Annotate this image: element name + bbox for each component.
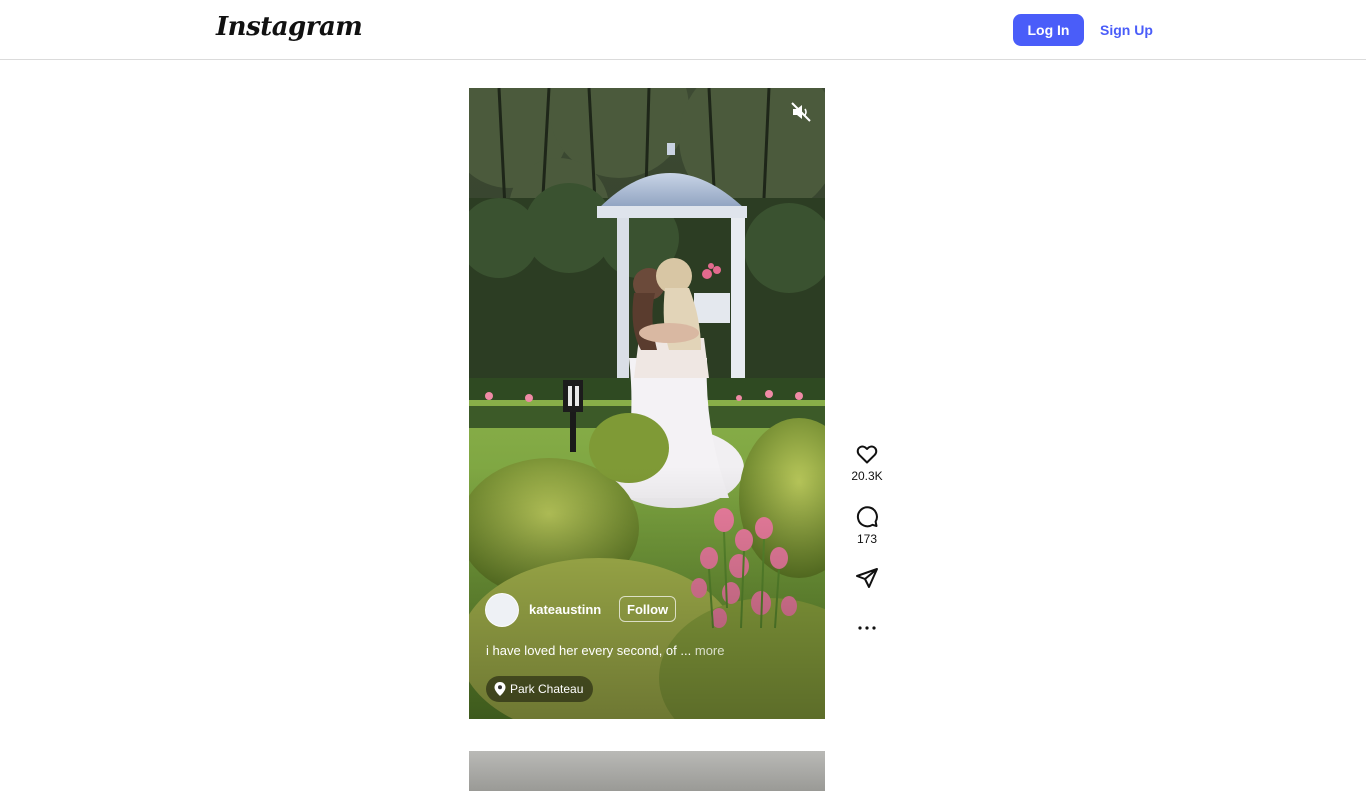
share-action[interactable] [846, 566, 888, 590]
location-label: Park Chateau [510, 682, 584, 696]
caption: i have loved her every second, of ... mo… [486, 643, 724, 658]
more-icon[interactable] [855, 616, 879, 640]
top-bar: Instagram Log In Sign Up [0, 0, 1366, 60]
like-count: 20.3K [851, 469, 883, 483]
comment-count: 173 [856, 532, 878, 546]
caption-text: i have loved her every second, of ... [486, 643, 692, 658]
reel-video[interactable]: kateaustinn Follow i have loved her ever… [469, 88, 825, 719]
location-pin-icon [494, 682, 506, 696]
username-link[interactable]: kateaustinn [529, 602, 601, 617]
comment-icon[interactable] [855, 505, 879, 529]
location-tag[interactable]: Park Chateau [486, 676, 594, 702]
follow-button[interactable]: Follow [619, 596, 677, 622]
avatar[interactable] [485, 593, 519, 627]
send-icon[interactable] [855, 566, 879, 590]
reel-scene-image [469, 88, 825, 719]
more-link[interactable]: more [695, 643, 725, 658]
more-options-action[interactable] [846, 616, 888, 640]
login-button[interactable]: Log In [1013, 14, 1084, 46]
heart-icon[interactable] [855, 442, 879, 466]
action-rail: 20.3K 173 [846, 442, 888, 640]
comment-action[interactable]: 173 [846, 505, 888, 546]
mute-icon[interactable] [789, 100, 813, 124]
next-reel-preview[interactable] [469, 751, 825, 791]
instagram-logo[interactable]: Instagram [216, 12, 363, 42]
like-action[interactable]: 20.3K [846, 442, 888, 483]
signup-link[interactable]: Sign Up [1100, 22, 1153, 38]
